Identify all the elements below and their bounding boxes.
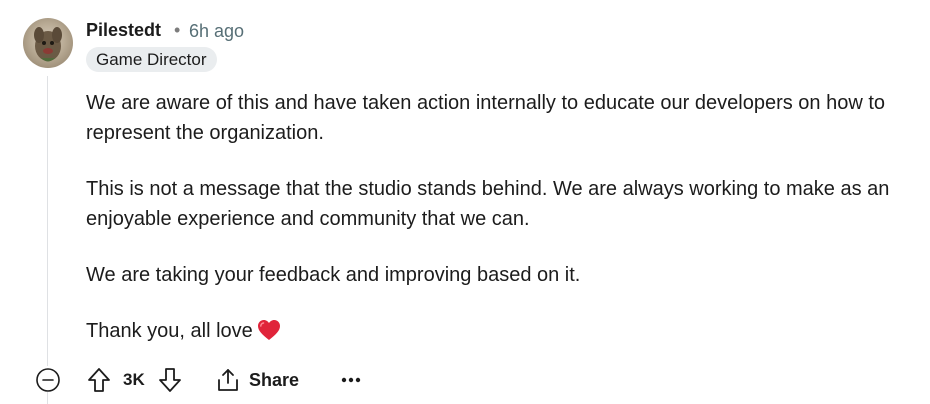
ellipsis-icon	[341, 377, 361, 383]
thread-line	[47, 76, 48, 366]
downvote-button[interactable]	[156, 366, 184, 394]
avatar-image	[34, 27, 62, 62]
heart-icon	[257, 319, 281, 350]
arrow-down-icon	[159, 368, 181, 392]
comment-paragraph-closing: Thank you, all love	[86, 316, 906, 350]
more-options-button[interactable]	[337, 366, 365, 394]
user-flair: Game Director	[86, 47, 217, 72]
minus-circle-icon	[36, 368, 60, 392]
arrow-up-icon	[88, 368, 110, 392]
share-button[interactable]: Share	[215, 366, 299, 394]
meta-separator: •	[174, 20, 181, 40]
comment-paragraph: We are aware of this and have taken acti…	[86, 92, 886, 144]
comment-paragraph: We are taking your feedback and improvin…	[86, 264, 581, 286]
comment-author[interactable]: Pilestedt	[86, 20, 161, 41]
comment-timestamp[interactable]: 6h ago	[189, 21, 244, 42]
share-label: Share	[249, 369, 300, 390]
vote-count: 3K	[123, 370, 145, 389]
share-icon	[218, 369, 238, 391]
comment-paragraph: This is not a message that the studio st…	[86, 178, 890, 230]
upvote-button[interactable]	[85, 366, 113, 394]
collapse-button[interactable]	[34, 366, 62, 394]
comment-paragraph-text: Thank you, all love	[86, 320, 253, 342]
comment-body: We are aware of this and have taken acti…	[86, 88, 906, 350]
comment-actions: 3K Share	[0, 360, 930, 400]
avatar[interactable]	[23, 18, 73, 68]
